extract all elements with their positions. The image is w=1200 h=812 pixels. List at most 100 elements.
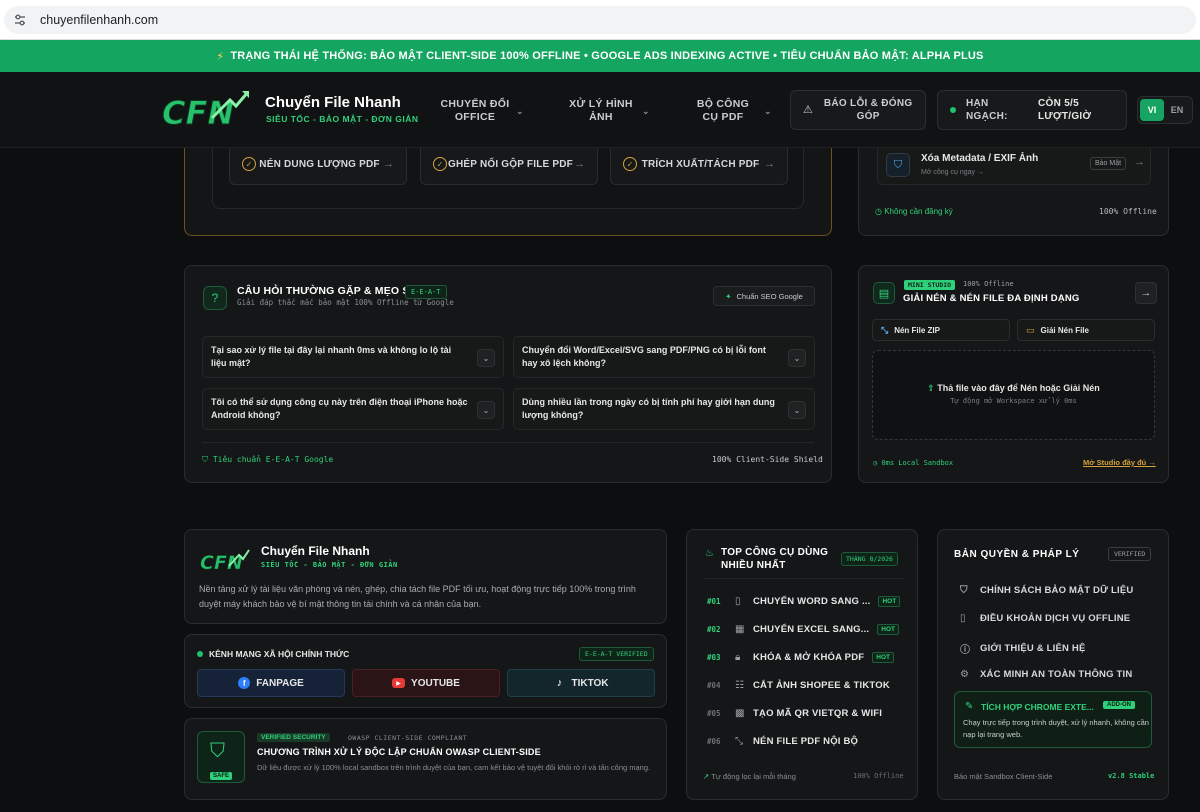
open-full-studio-link[interactable]: Mở Studio đầy đủ →: [1083, 458, 1156, 467]
lightning-icon: ⚡: [216, 50, 225, 63]
chrome-extension-promo[interactable]: ✎ TÍCH HỢP CHROME EXTE... ADD-ON Chạy tr…: [954, 691, 1152, 748]
youtube-button[interactable]: ▶ YOUTUBE: [352, 669, 500, 697]
tool-label: GHÉP NỐI GỘP FILE PDF: [448, 158, 573, 170]
fanpage-label: FANPAGE: [256, 677, 304, 689]
status-dot-icon: [950, 107, 956, 113]
info-icon: ⓘ: [960, 645, 971, 656]
top-tool-item[interactable]: #06 ⤡ NÉN FILE PDF NỘI BỘ: [707, 734, 907, 748]
top-tools-footer-right: 100% Offline: [853, 772, 904, 780]
brand-tagline: SIÊU TỐC - BẢO MẬT - ĐƠN GIẢN: [266, 114, 419, 124]
legal-item-label: CHÍNH SÁCH BẢO MẬT DỮ LIỆU: [980, 585, 1134, 596]
remove-metadata-item[interactable]: ⛉ Xóa Metadata / EXIF Ảnh Mở công cụ nga…: [877, 143, 1151, 185]
tool-name: CHUYỂN EXCEL SANG...: [753, 623, 870, 635]
seo-button-label: Chuẩn SEO Google: [736, 291, 803, 301]
privacy-policy-link[interactable]: ⛉ CHÍNH SÁCH BẢO MẬT DỮ LIỆU: [960, 585, 1160, 596]
studio-title: GIẢI NÉN & NÉN FILE ĐA ĐỊNH DẠNG: [903, 293, 1080, 304]
arrow-right-icon: →: [764, 158, 775, 170]
site-header: CFN Chuyển File Nhanh SIÊU TỐC - BẢO MẬT…: [0, 72, 1200, 148]
sparkle-icon: ✦: [725, 291, 732, 301]
status-dot-icon: [197, 651, 203, 657]
about-contact-link[interactable]: ⓘ GIỚI THIỆU & LIÊN HỆ: [960, 641, 1160, 656]
address-bar[interactable]: chuyenfilenhanh.com: [4, 6, 1196, 34]
hot-badge: HOT: [872, 651, 895, 663]
tiktok-button[interactable]: ♪ TIKTOK: [507, 669, 655, 697]
tool-rank: #05: [707, 708, 721, 718]
studio-footer-left-text: 0ms Local Sandbox: [881, 459, 954, 467]
security-shield: ⛉ SAFE: [197, 731, 245, 783]
social-title: KÊNH MẠNG XÃ HỘI CHÍNH THỨC: [197, 649, 349, 659]
chevron-down-icon[interactable]: ⌄: [788, 349, 806, 367]
chevron-down-icon: ⌄: [764, 105, 772, 116]
logo-icon[interactable]: CFN: [199, 546, 251, 574]
faq-question-4[interactable]: Dùng nhiều lần trong ngày có bị tính phí…: [513, 388, 815, 430]
top-tool-item[interactable]: #05 ▩ TẠO MÃ QR VIETQR & WIFI: [707, 706, 907, 720]
logo-icon[interactable]: CFN: [160, 88, 252, 132]
faq-question-1[interactable]: Tại sao xử lý file tại đây lại nhanh 0ms…: [202, 336, 504, 378]
site-settings-icon[interactable]: [12, 12, 28, 28]
merge-pdf-button[interactable]: ✓ GHÉP NỐI GỘP FILE PDF →: [420, 143, 598, 185]
nav-pdf-tools[interactable]: BỘ CÔNG CỤ PDF ⌄: [688, 96, 772, 126]
upload-icon: ⇪: [927, 383, 935, 393]
faq-question-text: Chuyển đổi Word/Excel/SVG sang PDF/PNG c…: [522, 345, 766, 368]
top-tool-item[interactable]: #02 ▦ CHUYỂN EXCEL SANG... HOT: [707, 622, 907, 636]
top-tool-item[interactable]: #04 ☷ CẮT ẢNH SHOPEE & TIKTOK: [707, 678, 907, 692]
compress-icon: ⤡: [735, 735, 743, 747]
top-tool-item[interactable]: #03 🔒︎ KHÓA & MỞ KHÓA PDF HOT: [707, 650, 907, 664]
lock-icon: 🔒︎: [735, 651, 741, 663]
check-circle-icon: ✓: [242, 157, 256, 171]
tool-rank: #02: [707, 624, 721, 634]
url-text[interactable]: chuyenfilenhanh.com: [40, 13, 158, 27]
arrow-right-icon: →: [1134, 156, 1145, 168]
logo-text: CFN: [162, 94, 234, 132]
legal-card: BẢN QUYỀN & PHÁP LÝ VERIFIED ⛉ CHÍNH SÁCH…: [937, 529, 1169, 800]
tool-name: KHÓA & MỞ KHÓA PDF: [753, 651, 865, 663]
drop-subtitle: Tự động mở Workspace xử lý 0ms: [950, 397, 1077, 405]
report-bug-button[interactable]: ⚠ BÁO LỖI & ĐÓNG GÓP: [790, 90, 926, 130]
tool-name: CẮT ẢNH SHOPEE & TIKTOK: [753, 679, 890, 691]
nav-office-convert[interactable]: CHUYỂN ĐỔI OFFICE ⌄: [440, 96, 524, 126]
version-label: v2.8 Stable: [1108, 772, 1155, 780]
file-drop-zone[interactable]: ⇪ Thả file vào đây để Nén hoặc Giải Nén …: [872, 350, 1155, 440]
faq-footer-left-text: Tiêu chuẩn E-E-A-T Google: [212, 455, 334, 464]
drop-title-text: Thả file vào đây để Nén hoặc Giải Nén: [937, 383, 1100, 393]
tab-zip-label: Nén File ZIP: [894, 325, 940, 335]
chevron-down-icon: ⌄: [642, 105, 650, 116]
seo-standard-button[interactable]: ✦ Chuẩn SEO Google: [713, 286, 815, 306]
legal-title: BẢN QUYỀN & PHÁP LÝ: [954, 549, 1080, 560]
top-tools-title: TOP CÔNG CỤ DÙNG NHIỀU NHẤT: [721, 547, 829, 571]
chevron-down-icon[interactable]: ⌄: [477, 349, 495, 367]
arrow-right-icon[interactable]: →: [1135, 282, 1157, 304]
brand-name[interactable]: Chuyển File Nhanh: [265, 94, 401, 111]
tab-zip[interactable]: ⤡ Nén File ZIP: [872, 319, 1010, 341]
terms-link[interactable]: ▯ ĐIỀU KHOẢN DỊCH VỤ OFFLINE: [960, 613, 1160, 624]
lang-en-button[interactable]: EN: [1164, 105, 1190, 115]
top-tools-footer-left-text: Tự động lọc lại mỗi tháng: [711, 772, 796, 781]
top-tools-card: ♨ TOP CÔNG CỤ DÙNG NHIỀU NHẤT THÁNG 8/20…: [686, 529, 918, 800]
security-verify-link[interactable]: ⚙ XÁC MINH AN TOÀN THÔNG TIN: [960, 669, 1160, 680]
split-pdf-button[interactable]: ✓ TRÍCH XUẤT/TÁCH PDF →: [610, 143, 788, 185]
fanpage-button[interactable]: f FANPAGE: [197, 669, 345, 697]
browser-bar: chuyenfilenhanh.com: [0, 0, 1200, 40]
tiktok-label: TIKTOK: [571, 677, 609, 689]
youtube-icon: ▶: [392, 678, 406, 688]
compress-pdf-button[interactable]: ✓ NÉN DUNG LƯỢNG PDF →: [229, 143, 407, 185]
chevron-down-icon[interactable]: ⌄: [477, 401, 495, 419]
meta-footer-right: 100% Offline: [1099, 207, 1157, 216]
faq-question-text: Tôi có thể sử dụng công cụ này trên điện…: [211, 397, 468, 420]
tiktok-icon: ♪: [556, 677, 563, 689]
tab-unzip[interactable]: ▭ Giải Nén File: [1017, 319, 1155, 341]
divider: [703, 578, 903, 579]
top-tool-item[interactable]: #01 ▯ CHUYỂN WORD SANG ... HOT: [707, 594, 907, 608]
flame-icon: ♨: [705, 548, 714, 559]
tool-rank: #01: [707, 596, 721, 606]
faq-question-2[interactable]: Chuyển đổi Word/Excel/SVG sang PDF/PNG c…: [513, 336, 815, 378]
chevron-down-icon[interactable]: ⌄: [788, 401, 806, 419]
clock-icon: ◷: [875, 207, 882, 216]
nav-image-processing[interactable]: XỬ LÝ HÌNH ẢNH ⌄: [566, 96, 650, 126]
lang-vi-button[interactable]: VI: [1140, 99, 1164, 121]
language-toggle[interactable]: VI EN: [1137, 96, 1193, 124]
shield-check-icon: ⛉: [202, 455, 208, 464]
quota-label: HẠN NGẠCH:: [966, 98, 1008, 122]
faq-question-3[interactable]: Tôi có thể sử dụng công cụ này trên điện…: [202, 388, 504, 430]
shield-check-icon: ⛉: [210, 740, 225, 762]
